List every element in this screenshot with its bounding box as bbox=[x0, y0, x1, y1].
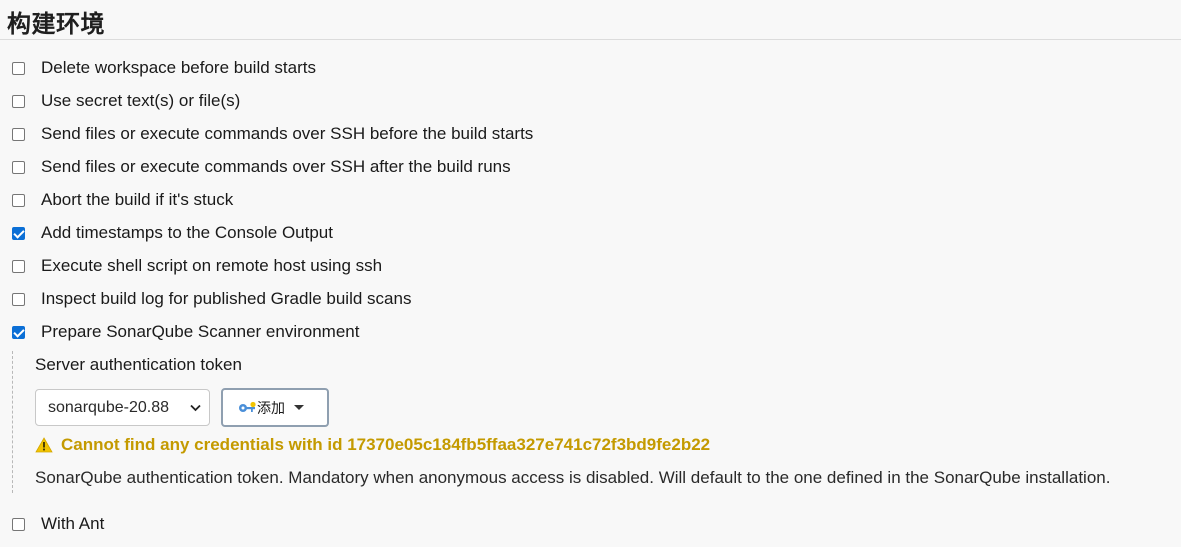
option-sonarqube-scanner-env[interactable]: Prepare SonarQube Scanner environment bbox=[12, 321, 359, 343]
server-auth-token-label: Server authentication token bbox=[35, 355, 242, 374]
checkbox-ssh-after-build[interactable] bbox=[12, 160, 25, 174]
option-label: Prepare SonarQube Scanner environment bbox=[41, 322, 360, 341]
checkbox-remote-shell-ssh[interactable] bbox=[12, 259, 25, 273]
option-label: Delete workspace before build starts bbox=[41, 58, 316, 77]
warning-icon bbox=[35, 437, 53, 453]
credential-select-value: sonarqube-20.88 bbox=[48, 398, 169, 416]
option-label: Abort the build if it's stuck bbox=[41, 190, 234, 209]
warning-text: Cannot find any credentials with id 1737… bbox=[61, 435, 711, 454]
option-with-ant[interactable]: With Ant bbox=[12, 513, 104, 535]
option-label: Inspect build log for published Gradle b… bbox=[41, 289, 412, 308]
checkbox-sonarqube-scanner-env[interactable] bbox=[12, 325, 25, 339]
checkbox-ssh-before-build[interactable] bbox=[12, 127, 25, 141]
option-label: Add timestamps to the Console Output bbox=[41, 223, 333, 242]
add-credential-button[interactable]: 添加 bbox=[221, 388, 329, 427]
option-label: With Ant bbox=[41, 514, 105, 533]
caret-down-icon bbox=[294, 405, 304, 410]
option-remote-shell-ssh[interactable]: Execute shell script on remote host usin… bbox=[12, 255, 382, 277]
option-add-timestamps[interactable]: Add timestamps to the Console Output bbox=[12, 222, 333, 244]
section-divider bbox=[0, 39, 1181, 40]
option-label: Execute shell script on remote host usin… bbox=[41, 256, 383, 275]
option-label: Send files or execute commands over SSH … bbox=[41, 157, 511, 176]
add-button-label: 添加 bbox=[257, 399, 285, 416]
option-gradle-build-scans[interactable]: Inspect build log for published Gradle b… bbox=[12, 288, 411, 310]
key-icon bbox=[239, 401, 256, 412]
option-ssh-after-build[interactable]: Send files or execute commands over SSH … bbox=[12, 156, 511, 178]
sonarqube-config-panel: Server authentication token sonarqube-20… bbox=[12, 351, 1173, 493]
option-label: Use secret text(s) or file(s) bbox=[41, 91, 241, 110]
checkbox-abort-if-stuck[interactable] bbox=[12, 193, 25, 207]
help-text: SonarQube authentication token. Mandator… bbox=[35, 468, 1111, 487]
option-delete-workspace[interactable]: Delete workspace before build starts bbox=[12, 57, 316, 79]
option-abort-if-stuck[interactable]: Abort the build if it's stuck bbox=[12, 189, 233, 211]
option-secret-files[interactable]: Use secret text(s) or file(s) bbox=[12, 90, 240, 112]
checkbox-secret-files[interactable] bbox=[12, 94, 25, 108]
credential-select[interactable]: sonarqube-20.88 bbox=[35, 389, 210, 426]
option-ssh-before-build[interactable]: Send files or execute commands over SSH … bbox=[12, 123, 533, 145]
credential-warning: Cannot find any credentials with id 1737… bbox=[35, 435, 710, 455]
chevron-down-icon bbox=[190, 404, 201, 412]
checkbox-with-ant[interactable] bbox=[12, 517, 25, 531]
checkbox-gradle-build-scans[interactable] bbox=[12, 292, 25, 306]
checkbox-delete-workspace[interactable] bbox=[12, 61, 25, 75]
section-title: 构建环境 bbox=[7, 10, 105, 38]
option-label: Send files or execute commands over SSH … bbox=[41, 124, 534, 143]
checkbox-add-timestamps[interactable] bbox=[12, 226, 25, 240]
